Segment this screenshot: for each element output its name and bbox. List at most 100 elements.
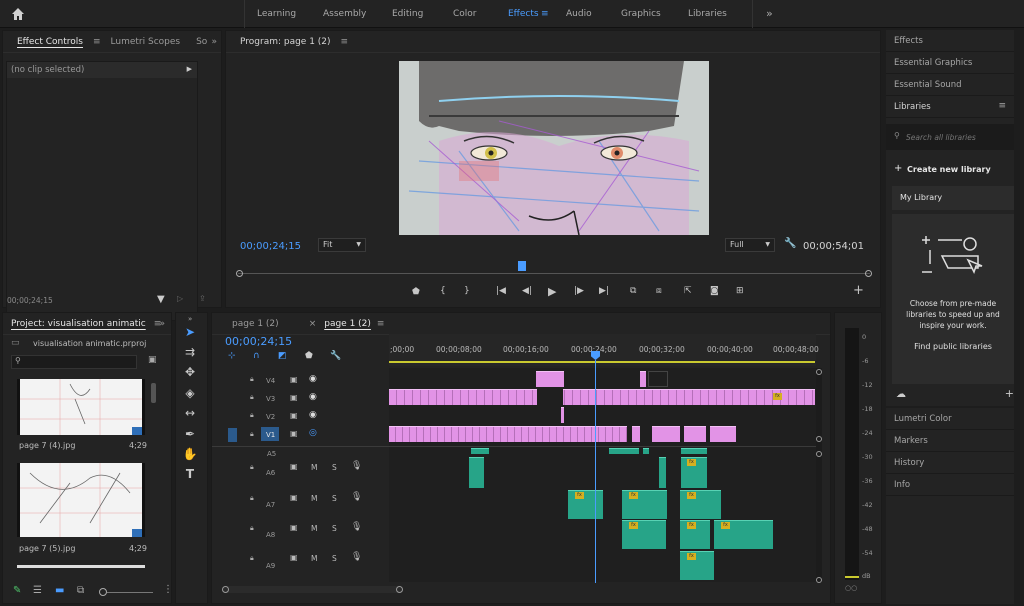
eye-hidden-icon[interactable]: ◎: [309, 428, 317, 438]
project-scrollbar[interactable]: [151, 383, 156, 403]
video-clip-empty[interactable]: [648, 371, 668, 387]
mute-button[interactable]: M: [311, 554, 317, 563]
zoom-slider[interactable]: [107, 592, 153, 593]
solo-button[interactable]: S: [332, 554, 337, 563]
video-clip[interactable]: [684, 426, 706, 442]
lock-icon[interactable]: 🔒︎: [250, 430, 254, 439]
track-select-tool-icon[interactable]: ⇉: [182, 344, 198, 360]
scrub-start-handle[interactable]: [236, 270, 243, 277]
mute-button[interactable]: M: [311, 463, 317, 472]
workspace-audio[interactable]: Audio: [566, 0, 592, 28]
audio-clip[interactable]: [568, 490, 603, 519]
project-title[interactable]: Project: visualisation animatic: [7, 313, 150, 334]
zoom-slider-handle[interactable]: [99, 588, 107, 596]
lock-icon[interactable]: 🔒︎: [250, 393, 254, 402]
razor-tool-icon[interactable]: ◈: [182, 385, 198, 401]
comparison-view-icon[interactable]: ⊞: [736, 286, 744, 296]
lock-icon[interactable]: 🔒︎: [250, 554, 254, 563]
tab-source[interactable]: So: [190, 31, 213, 52]
sync-lock-icon[interactable]: ▣: [290, 523, 298, 532]
project-search-input[interactable]: ⚲: [11, 355, 137, 369]
panel-menu-icon[interactable]: ≡: [341, 37, 349, 47]
create-library-button[interactable]: Create new library: [907, 165, 991, 174]
panel-overflow-icon[interactable]: »: [188, 315, 192, 323]
video-clip-strip-v3[interactable]: [389, 389, 815, 405]
playback-resolution-select[interactable]: Full ▼: [725, 238, 775, 252]
sync-lock-icon[interactable]: ▣: [290, 462, 298, 471]
go-to-out-icon[interactable]: ▶|: [599, 286, 609, 296]
scroll-handle[interactable]: [816, 369, 822, 375]
workspace-learning[interactable]: Learning: [257, 0, 296, 28]
export-frame-out-icon[interactable]: ⇱: [684, 286, 692, 296]
project-thumbnail-2[interactable]: [17, 463, 145, 537]
filter-icon[interactable]: ▼: [157, 294, 165, 305]
timeline-settings-icon[interactable]: 🔧: [330, 351, 341, 361]
selection-tool-icon[interactable]: ➤: [182, 324, 198, 340]
hand-tool-icon[interactable]: ✋: [182, 446, 198, 462]
panel-menu-icon[interactable]: ≡: [377, 319, 385, 329]
sync-lock-icon[interactable]: ▣: [290, 411, 298, 420]
list-view-icon[interactable]: ☰: [33, 585, 42, 596]
work-area-bar[interactable]: [389, 361, 815, 363]
fx-badge[interactable]: fx: [773, 393, 782, 400]
panel-menu-icon[interactable]: ≡: [998, 101, 1006, 111]
overflow-chevron-icon[interactable]: »: [766, 0, 773, 28]
timeline-horizontal-scroll[interactable]: [222, 586, 402, 593]
my-library-item[interactable]: My Library: [892, 186, 1014, 210]
sync-lock-icon[interactable]: ▣: [290, 429, 298, 438]
lock-icon[interactable]: 🔒︎: [250, 524, 254, 533]
video-clip[interactable]: [561, 407, 564, 423]
lock-icon[interactable]: 🔒︎: [250, 375, 254, 384]
source-patch-v1[interactable]: [228, 428, 237, 442]
panel-effects[interactable]: Effects: [886, 30, 1014, 52]
mute-button[interactable]: M: [311, 524, 317, 533]
video-clip[interactable]: [536, 371, 564, 387]
step-back-icon[interactable]: ◀|: [522, 286, 532, 296]
eye-icon[interactable]: ◉: [309, 410, 317, 420]
video-clip[interactable]: [632, 426, 640, 442]
sync-lock-icon[interactable]: ▣: [290, 375, 298, 384]
mark-out-icon[interactable]: }: [464, 286, 470, 296]
add-marker-icon[interactable]: ⬟: [305, 351, 313, 361]
new-bin-icon[interactable]: ▣: [148, 355, 157, 365]
home-icon[interactable]: [10, 6, 26, 22]
fx-badge[interactable]: fx: [687, 553, 696, 560]
camera-icon[interactable]: ◙: [710, 286, 719, 296]
workspace-assembly[interactable]: Assembly: [323, 0, 366, 28]
expand-arrow-icon[interactable]: ▶: [187, 65, 192, 73]
pencil-icon[interactable]: ✎: [13, 585, 21, 596]
add-button-icon[interactable]: +: [853, 283, 864, 298]
library-search-input[interactable]: [906, 129, 1006, 145]
mark-in-icon[interactable]: {: [440, 286, 446, 296]
icon-view-icon[interactable]: ▬: [55, 585, 64, 596]
lift-icon[interactable]: ⧉: [630, 286, 636, 296]
video-clip[interactable]: [640, 371, 646, 387]
audio-clip[interactable]: [471, 448, 489, 454]
scrub-bar[interactable]: [238, 273, 870, 274]
workspace-menu-icon[interactable]: ≡: [541, 0, 549, 28]
timeline-playhead-line[interactable]: [595, 360, 596, 583]
project-thumbnail-3[interactable]: [17, 565, 145, 568]
tab-effect-controls[interactable]: Effect Controls: [11, 31, 89, 52]
go-to-in-icon[interactable]: |◀: [496, 286, 506, 296]
more-options-icon[interactable]: ⋮: [163, 584, 173, 595]
project-thumbnail-1[interactable]: [17, 379, 145, 435]
microphone-icon[interactable]: 🎙︎: [351, 461, 362, 471]
scroll-handle[interactable]: [816, 436, 822, 442]
mute-button[interactable]: M: [311, 494, 317, 503]
panel-markers[interactable]: Markers: [886, 430, 1014, 452]
wrench-icon[interactable]: 🔧: [784, 238, 796, 249]
audio-clip[interactable]: [609, 448, 639, 454]
zoom-fit-select[interactable]: Fit ▼: [318, 238, 366, 252]
sync-lock-icon[interactable]: ▣: [290, 553, 298, 562]
fx-badge[interactable]: fx: [629, 522, 638, 529]
lock-icon[interactable]: 🔒︎: [250, 463, 254, 472]
add-marker-icon[interactable]: ⬟: [412, 287, 420, 297]
linked-selection-icon[interactable]: ◩: [278, 351, 287, 361]
program-current-timecode[interactable]: 00;00;24;15: [240, 241, 301, 252]
add-icon[interactable]: +: [1005, 387, 1014, 400]
extract-icon[interactable]: ⧈: [656, 286, 662, 296]
step-forward-icon[interactable]: |▶: [574, 286, 584, 296]
solo-button[interactable]: S: [332, 524, 337, 533]
panel-essential-graphics[interactable]: Essential Graphics: [886, 52, 1014, 74]
